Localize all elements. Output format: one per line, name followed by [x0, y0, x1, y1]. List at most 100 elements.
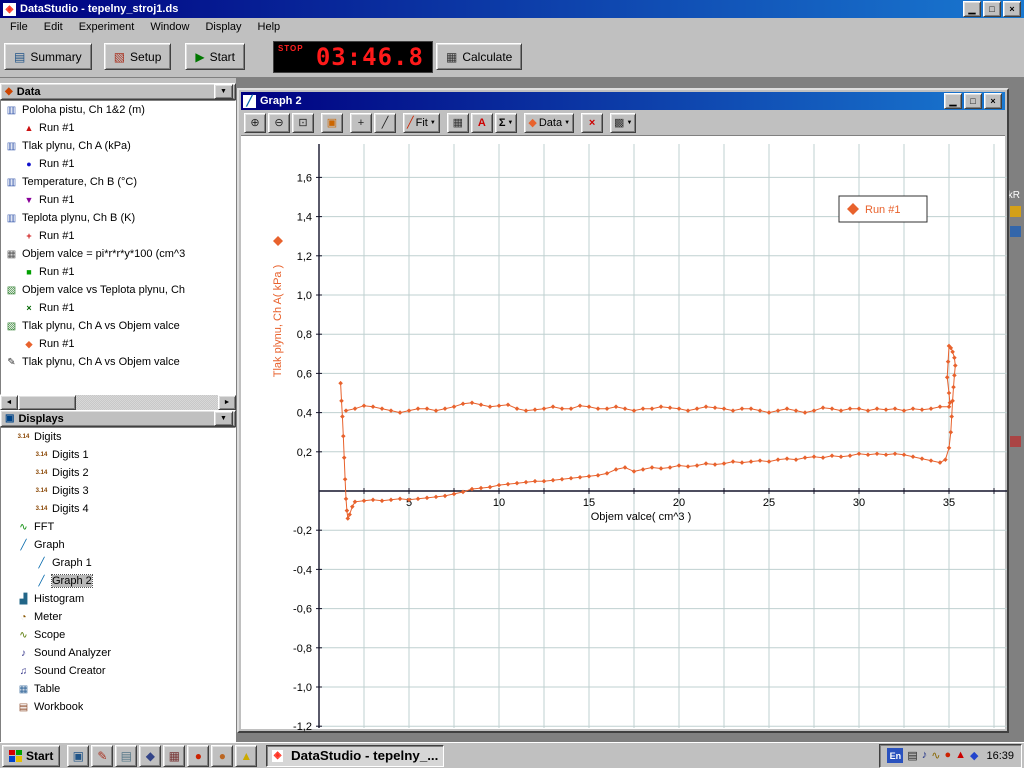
display-item-workbook[interactable]: ▤Workbook [1, 698, 235, 716]
display-item-sound-creator[interactable]: ♫Sound Creator [1, 662, 235, 680]
display-item-label: Digits 4 [52, 503, 89, 515]
tray-icon[interactable]: ♪ [922, 749, 928, 762]
slope-tool-button[interactable]: ╱ [374, 113, 396, 133]
data-item[interactable]: ▥Teplota plynu, Ch B (K) [1, 209, 235, 227]
menu-file[interactable]: File [2, 19, 36, 35]
svg-text:1,0: 1,0 [297, 290, 312, 302]
tray-icon[interactable]: ▲ [955, 749, 966, 762]
displays-header-menu-button[interactable]: ▼ [214, 411, 233, 426]
calculate-button[interactable]: ▦ Calculate [436, 43, 522, 70]
display-item-graph-2[interactable]: ╱Graph 2 [1, 572, 235, 590]
quicklaunch-icon[interactable]: ▤ [115, 745, 137, 767]
tray-icon[interactable]: ∿ [931, 749, 940, 762]
data-panel-header: ◆ Data ▼ [0, 83, 236, 100]
language-indicator[interactable]: En [887, 748, 903, 763]
run-item[interactable]: ◆Run #1 [1, 335, 235, 353]
display-item-digits[interactable]: 3.14Digits [1, 428, 235, 446]
data-item[interactable]: ▥Poloha pistu, Ch 1&2 (m) [1, 101, 235, 119]
tray-icon[interactable]: ▤ [907, 749, 917, 762]
display-item-meter[interactable]: ◔Meter [1, 608, 235, 626]
settings-button[interactable]: ▩▼ [610, 113, 636, 133]
close-button[interactable]: × [1003, 1, 1021, 17]
display-item-digits-4[interactable]: 3.14Digits 4 [1, 500, 235, 518]
display-item-histogram[interactable]: ▟Histogram [1, 590, 235, 608]
zoom-out-button[interactable]: ⊖ [268, 113, 290, 133]
display-item-fft[interactable]: ∿FFT [1, 518, 235, 536]
scroll-track[interactable] [76, 395, 218, 410]
menu-display[interactable]: Display [197, 19, 249, 35]
data-item[interactable]: ▥Tlak plynu, Ch A (kPa) [1, 137, 235, 155]
quicklaunch-icon[interactable]: ✎ [91, 745, 113, 767]
graph-close-button[interactable]: × [984, 93, 1002, 109]
quicklaunch-icon[interactable]: ◆ [139, 745, 161, 767]
data-tree-hscrollbar[interactable]: ◄ ► [0, 395, 236, 410]
statistics-button[interactable]: Σ▼ [495, 113, 518, 133]
summary-button[interactable]: ▤ Summary [4, 43, 92, 70]
graph-window-titlebar[interactable]: ╱ Graph 2 ▁ □ × [241, 92, 1005, 110]
display-item-digits-1[interactable]: 3.14Digits 1 [1, 446, 235, 464]
display-item-label: Histogram [34, 593, 84, 605]
text-tool-button[interactable]: A [471, 113, 493, 133]
run-item[interactable]: ▲Run #1 [1, 119, 235, 137]
run-item-label: Run #1 [39, 338, 74, 350]
menu-edit[interactable]: Edit [36, 19, 71, 35]
start-menu-button[interactable]: Start [2, 745, 60, 767]
run-item-label: Run #1 [39, 194, 74, 206]
run-item[interactable]: ●Run #1 [1, 155, 235, 173]
run-item[interactable]: ▼Run #1 [1, 191, 235, 209]
zoom-in-button[interactable]: ⊕ [244, 113, 266, 133]
data-item-label: Teplota plynu, Ch B (K) [22, 212, 135, 224]
calculator-icon: ▦ [5, 248, 18, 260]
data-item[interactable]: ▦Objem valce = pi*r*r*y*100 (cm^3 [1, 245, 235, 263]
menu-window[interactable]: Window [142, 19, 197, 35]
menu-experiment[interactable]: Experiment [71, 19, 143, 35]
desktop-icon[interactable] [1010, 226, 1021, 237]
run-item[interactable]: ×Run #1 [1, 299, 235, 317]
smart-tool-button[interactable]: + [350, 113, 372, 133]
fit-menu-button[interactable]: ╱Fit▼ [403, 113, 440, 133]
graph-minimize-button[interactable]: ▁ [944, 93, 962, 109]
graph-plot-area[interactable]: -1,2-1,0-0,8-0,6-0,4-0,20,20,40,60,81,01… [241, 136, 1005, 729]
menu-help[interactable]: Help [250, 19, 289, 35]
setup-button[interactable]: ▧ Setup [104, 43, 172, 70]
display-item-graph[interactable]: ╱Graph [1, 536, 235, 554]
svg-text:10: 10 [493, 497, 505, 509]
run-item[interactable]: +Run #1 [1, 227, 235, 245]
display-item-digits-2[interactable]: 3.14Digits 2 [1, 464, 235, 482]
data-item[interactable]: ▥Temperature, Ch B (°C) [1, 173, 235, 191]
display-item-scope[interactable]: ∿Scope [1, 626, 235, 644]
data-header-menu-button[interactable]: ▼ [214, 84, 233, 99]
start-button[interactable]: ▶ Start [185, 43, 245, 70]
display-item-digits-3[interactable]: 3.14Digits 3 [1, 482, 235, 500]
data-item[interactable]: ▧Tlak plynu, Ch A vs Objem valce [1, 317, 235, 335]
scroll-thumb[interactable] [18, 395, 76, 410]
taskbar-task-datastudio[interactable]: ◈ DataStudio - tepelny_... [266, 745, 444, 767]
maximize-button[interactable]: □ [983, 1, 1001, 17]
app-titlebar[interactable]: ◈ DataStudio - tepelny_stroj1.ds ▁ □ × [0, 0, 1024, 18]
run-item[interactable]: ■Run #1 [1, 263, 235, 281]
quicklaunch-icon[interactable]: ▣ [67, 745, 89, 767]
calculator-button[interactable]: ▦ [447, 113, 469, 133]
data-item[interactable]: ✎Tlak plynu, Ch A vs Objem valce [1, 353, 235, 371]
tray-icon[interactable]: ● [944, 749, 951, 762]
display-item-sound-analyzer[interactable]: ♪Sound Analyzer [1, 644, 235, 662]
scale-to-fit-button[interactable]: ▣ [321, 113, 343, 133]
display-item-graph-1[interactable]: ╱Graph 1 [1, 554, 235, 572]
quicklaunch-icon[interactable]: ▦ [163, 745, 185, 767]
graph-maximize-button[interactable]: □ [964, 93, 982, 109]
desktop-icon[interactable] [1010, 206, 1021, 217]
scroll-right-button[interactable]: ► [218, 395, 236, 410]
chevron-down-icon: ▼ [507, 120, 513, 126]
data-item[interactable]: ▧Objem valce vs Teplota plynu, Ch [1, 281, 235, 299]
tray-icon[interactable]: ◆ [970, 749, 978, 762]
quicklaunch-icon[interactable]: ● [187, 745, 209, 767]
quicklaunch-icon[interactable]: ● [211, 745, 233, 767]
data-menu-button[interactable]: ◆Data▼ [524, 113, 574, 133]
remove-button[interactable]: × [581, 113, 603, 133]
minimize-button[interactable]: ▁ [963, 1, 981, 17]
zoom-select-button[interactable]: ⊡ [292, 113, 314, 133]
scroll-left-button[interactable]: ◄ [0, 395, 18, 410]
quicklaunch-icon[interactable]: ▲ [235, 745, 257, 767]
display-item-table[interactable]: ▦Table [1, 680, 235, 698]
desktop-icon[interactable] [1010, 436, 1021, 447]
